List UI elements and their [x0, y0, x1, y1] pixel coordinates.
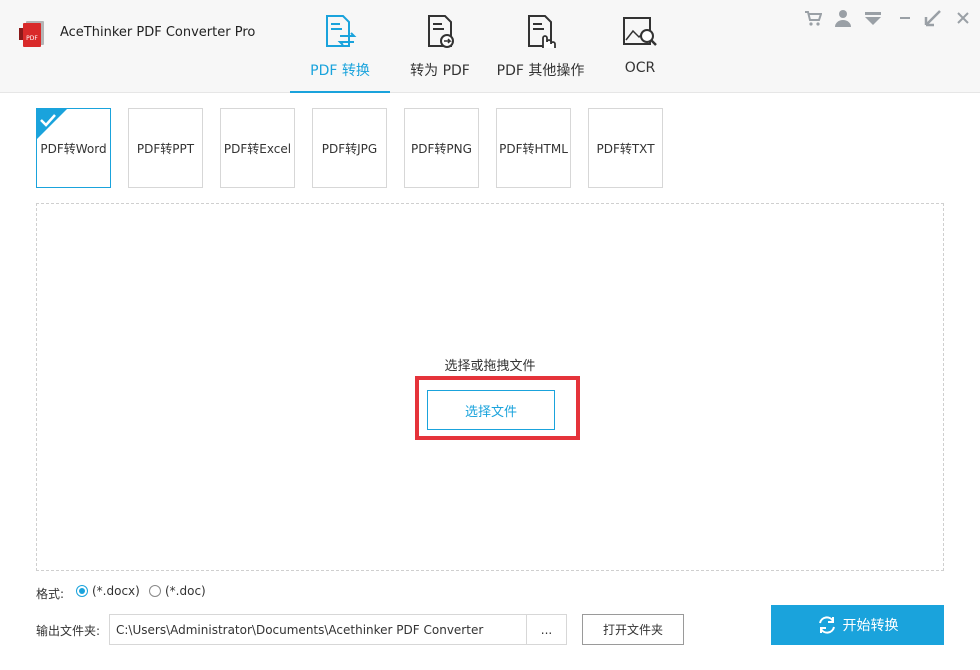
radio-docx-label[interactable]: (*.docx): [92, 584, 140, 598]
format-label: PDF转PPT: [136, 141, 195, 156]
format-label: PDF转TXT: [596, 141, 655, 156]
minimize-icon[interactable]: [896, 9, 914, 27]
format-label: PDF转Excel: [223, 141, 292, 156]
tab-label: PDF 其他操作: [496, 63, 585, 79]
open-folder-button[interactable]: 打开文件夹: [582, 614, 684, 645]
pdf-tools-icon: [527, 15, 556, 48]
format-label: PDF转JPG: [321, 141, 378, 156]
title-bar: PDF AceThinker PDF Converter Pro PDF 转换 …: [0, 0, 980, 93]
svg-text:PDF: PDF: [26, 35, 38, 42]
tab-ocr[interactable]: OCR: [615, 14, 665, 92]
format-card-ppt[interactable]: PDF转PPT: [128, 108, 203, 188]
pdf-convert-icon: [326, 15, 357, 47]
user-icon[interactable]: [834, 9, 852, 27]
format-card-html[interactable]: PDF转HTML: [496, 108, 571, 188]
refresh-icon: [818, 616, 835, 634]
format-card-jpg[interactable]: PDF转JPG: [312, 108, 387, 188]
radio-doc-label[interactable]: (*.doc): [165, 584, 206, 598]
format-card-txt[interactable]: PDF转TXT: [588, 108, 663, 188]
format-label: PDF转HTML: [499, 141, 568, 156]
select-file-button[interactable]: 选择文件: [427, 390, 555, 430]
close-icon[interactable]: [954, 9, 972, 27]
checkmark-icon: [37, 109, 67, 139]
output-path-input[interactable]: [109, 614, 527, 645]
menu-icon[interactable]: [864, 9, 882, 27]
browse-button[interactable]: ...: [526, 614, 567, 645]
to-pdf-icon: [428, 15, 454, 48]
output-folder-label: 输出文件夹:: [36, 624, 101, 638]
ocr-icon: [623, 17, 657, 46]
drop-hint: 选择或拖拽文件: [444, 359, 536, 374]
tab-to-pdf[interactable]: 转为 PDF: [405, 14, 475, 92]
start-convert-button[interactable]: 开始转换: [771, 605, 944, 645]
app-title: AceThinker PDF Converter Pro: [60, 25, 256, 40]
radio-docx[interactable]: [76, 585, 88, 597]
maximize-icon[interactable]: [924, 9, 942, 27]
start-label: 开始转换: [842, 618, 899, 634]
tab-pdf-convert[interactable]: PDF 转换: [290, 14, 390, 93]
format-label: PDF转PNG: [411, 141, 472, 156]
tab-label: PDF 转换: [310, 63, 370, 79]
format-card-excel[interactable]: PDF转Excel: [220, 108, 295, 188]
pdf-logo-icon: PDF: [19, 21, 44, 47]
format-label: 格式:: [36, 587, 65, 601]
radio-doc[interactable]: [149, 585, 161, 597]
file-drop-zone[interactable]: 选择或拖拽文件 选择文件: [36, 203, 944, 571]
format-label: PDF转Word: [40, 141, 107, 156]
format-card-png[interactable]: PDF转PNG: [404, 108, 479, 188]
cart-icon[interactable]: [804, 9, 822, 27]
tab-label: 转为 PDF: [410, 63, 470, 79]
format-card-word[interactable]: PDF转Word: [36, 108, 111, 188]
tab-pdf-tools[interactable]: PDF 其他操作: [493, 14, 588, 92]
tab-label: OCR: [624, 60, 656, 76]
